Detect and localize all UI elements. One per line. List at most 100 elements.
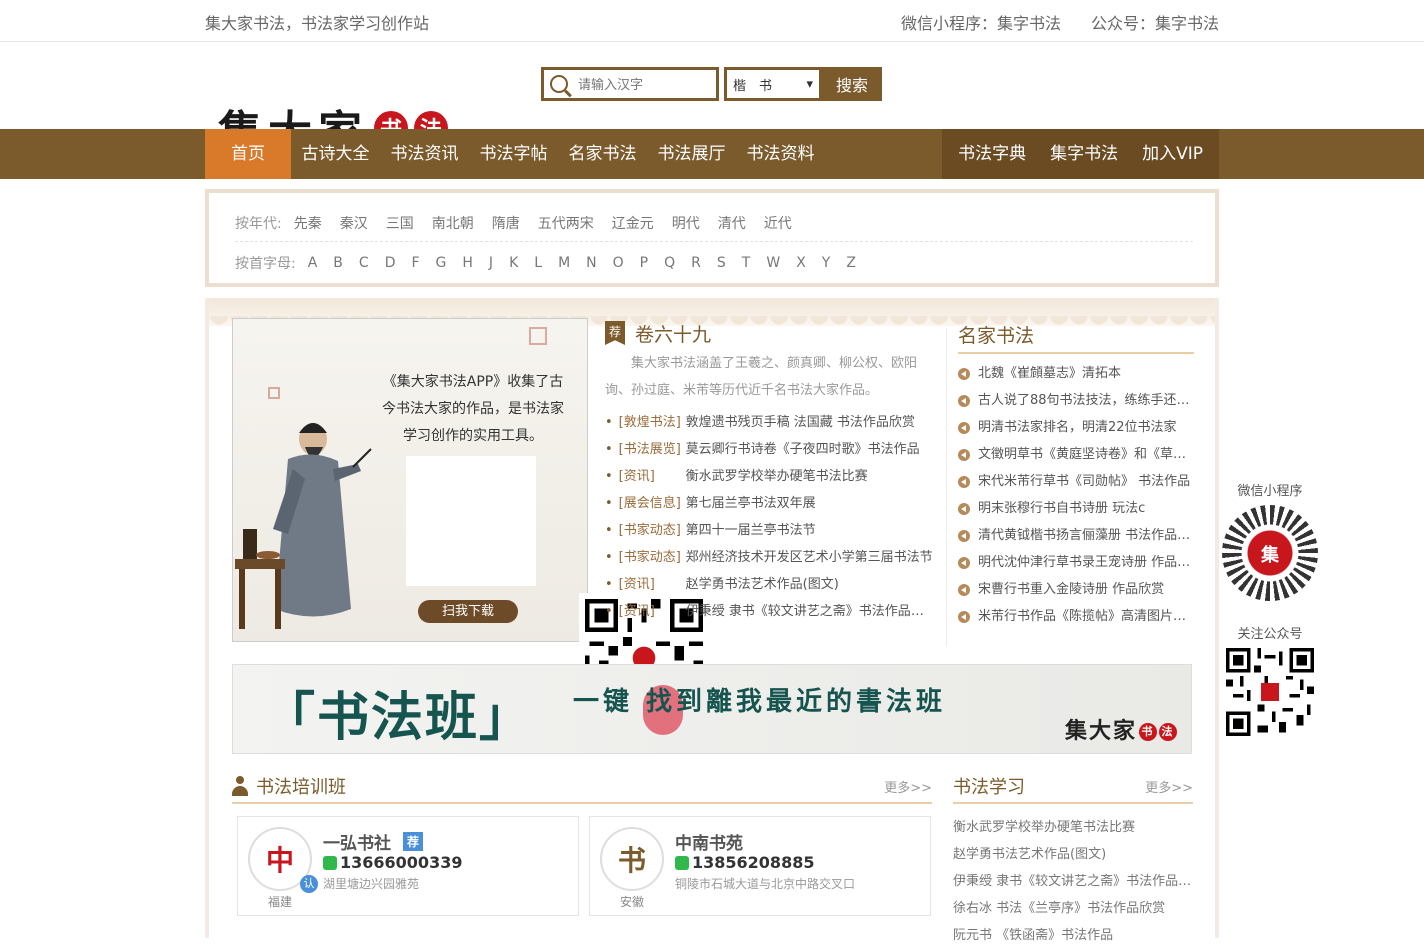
nav-item-home[interactable]: 首页: [205, 129, 291, 179]
item-category[interactable]: [敦煌书法]: [619, 409, 683, 436]
item-title[interactable]: 宋代米芾行草书《司勋帖》 书法作品: [978, 468, 1190, 495]
item-title[interactable]: 明末张穆行书自书诗册 玩法c: [978, 495, 1145, 522]
list-item[interactable]: 明清书法家排名，明清22位书法家: [958, 414, 1194, 441]
list-item[interactable]: • [敦煌书法] 敦煌遗书残页手稿 法国藏 书法作品欣赏: [605, 409, 935, 436]
official-qr-code[interactable]: [1226, 648, 1314, 736]
item-title[interactable]: 莫云卿行书诗卷《子夜四时歌》书法作品: [686, 436, 935, 463]
more-link[interactable]: 更多>>: [884, 777, 932, 796]
miniapp-link[interactable]: 微信小程序：集字书法: [901, 10, 1061, 34]
letter-item[interactable]: B: [333, 255, 343, 271]
item-category[interactable]: [资讯]: [619, 598, 683, 625]
nav-item-dictionary[interactable]: 书法字典: [946, 129, 1038, 179]
list-item[interactable]: 明代沈仲津行草书录王宠诗册 作品欣赏: [958, 549, 1194, 576]
letter-item[interactable]: O: [613, 255, 624, 271]
letter-item[interactable]: T: [742, 255, 751, 271]
era-item[interactable]: 明代: [672, 213, 700, 233]
letter-item[interactable]: R: [691, 255, 701, 271]
list-item[interactable]: 北魏《崔頠墓志》清拓本: [958, 360, 1194, 387]
era-item[interactable]: 南北朝: [432, 213, 474, 233]
letter-item[interactable]: X: [796, 255, 806, 271]
list-item[interactable]: • [书家动态] 郑州经济技术开发区艺术小学第三届书法节: [605, 544, 935, 571]
era-item[interactable]: 近代: [764, 213, 792, 233]
search-input[interactable]: [578, 76, 708, 92]
item-title[interactable]: 北魏《崔頠墓志》清拓本: [978, 360, 1121, 387]
letter-item[interactable]: Q: [664, 255, 675, 271]
item-category[interactable]: [展会信息]: [619, 490, 683, 517]
list-item[interactable]: 衡水武罗学校举办硬笔书法比赛: [953, 814, 1193, 841]
letter-item[interactable]: F: [411, 255, 419, 271]
item-title[interactable]: 郑州经济技术开发区艺术小学第三届书法节: [686, 544, 935, 571]
script-select[interactable]: 楷 书 ▾: [724, 67, 822, 101]
item-category[interactable]: [资讯]: [619, 463, 683, 490]
nav-item-poems[interactable]: 古诗大全: [291, 129, 380, 179]
item-title[interactable]: 第四十一届兰亭书法节: [686, 517, 935, 544]
item-title[interactable]: 文徵明草书《黄庭坚诗卷》和《草书千字文》: [978, 441, 1194, 468]
nav-item-news[interactable]: 书法资讯: [380, 129, 469, 179]
item-title[interactable]: 赵学勇书法艺术作品(图文): [686, 571, 935, 598]
era-item[interactable]: 先秦: [294, 213, 322, 233]
item-category[interactable]: [书家动态]: [619, 517, 683, 544]
app-promo[interactable]: 《集大家书法APP》收集了古今书法大家的作品，是书法家学习创作的实用工具。 扫我…: [232, 318, 709, 723]
training-card[interactable]: 书 安徽 中南书苑 13856208885 铜陵市石城大道与北京中路交叉口: [589, 816, 931, 916]
letter-item[interactable]: H: [462, 255, 473, 271]
item-category[interactable]: [书家动态]: [619, 544, 683, 571]
nav-item-copybook[interactable]: 书法字帖: [469, 129, 558, 179]
letter-item[interactable]: A: [308, 255, 318, 271]
school-name[interactable]: 一弘书社: [323, 829, 391, 854]
letter-item[interactable]: K: [509, 255, 518, 271]
era-item[interactable]: 辽金元: [612, 213, 654, 233]
list-item[interactable]: 徐右冰 书法《兰亭序》书法作品欣赏: [953, 895, 1193, 922]
item-title[interactable]: 衡水武罗学校举办硬笔书法比赛: [686, 463, 935, 490]
list-item[interactable]: 清代黄钺楷书扬言俪藻册 书法作品欣赏: [958, 522, 1194, 549]
letter-item[interactable]: C: [359, 255, 369, 271]
item-title[interactable]: 第七届兰亭书法双年展: [686, 490, 935, 517]
item-title[interactable]: 古人说了88句书法技法，练练手还能用上: [978, 387, 1194, 414]
nav-item-gallery[interactable]: 书法展厅: [647, 129, 736, 179]
letter-item[interactable]: G: [436, 255, 447, 271]
letter-item[interactable]: N: [586, 255, 596, 271]
phone-number[interactable]: 13666000339: [340, 853, 462, 872]
letter-item[interactable]: Z: [846, 255, 856, 271]
official-account-link[interactable]: 公众号：集字书法: [1091, 10, 1219, 34]
item-title[interactable]: 伊秉绶 隶书《较文讲艺之斋》书法作品欣赏: [686, 598, 935, 625]
era-item[interactable]: 秦汉: [340, 213, 368, 233]
list-item[interactable]: 伊秉绶 隶书《较文讲艺之斋》书法作品欣赏: [953, 868, 1193, 895]
list-item[interactable]: 阮元书 《铁函斋》书法作品: [953, 922, 1193, 949]
search-button[interactable]: 搜索: [822, 67, 882, 101]
list-item[interactable]: 赵学勇书法艺术作品(图文): [953, 841, 1193, 868]
list-item[interactable]: 宋代米芾行草书《司勋帖》 书法作品: [958, 468, 1194, 495]
item-category[interactable]: [书法展览]: [619, 436, 683, 463]
list-item[interactable]: • [资讯] 衡水武罗学校举办硬笔书法比赛: [605, 463, 935, 490]
training-card[interactable]: 中 认 福建 一弘书社荐 13666000339 湖里塘边兴园雅苑: [237, 816, 579, 916]
item-category[interactable]: [资讯]: [619, 571, 683, 598]
school-name[interactable]: 中南书苑: [675, 829, 743, 854]
list-item[interactable]: • [书家动态] 第四十一届兰亭书法节: [605, 517, 935, 544]
list-item[interactable]: • [书法展览] 莫云卿行书诗卷《子夜四时歌》书法作品: [605, 436, 935, 463]
list-item[interactable]: • [展会信息] 第七届兰亭书法双年展: [605, 490, 935, 517]
era-item[interactable]: 五代两宋: [538, 213, 594, 233]
item-title[interactable]: 明代沈仲津行草书录王宠诗册 作品欣赏: [978, 549, 1194, 576]
item-title[interactable]: 敦煌遗书残页手稿 法国藏 书法作品欣赏: [686, 409, 935, 436]
item-title[interactable]: 米芾行书作品《陈揽帖》高清图片欣赏: [978, 603, 1194, 630]
list-item[interactable]: 宋曹行书重入金陵诗册 作品欣赏: [958, 576, 1194, 603]
list-item[interactable]: 明末张穆行书自书诗册 玩法c: [958, 495, 1194, 522]
letter-item[interactable]: D: [385, 255, 396, 271]
letter-item[interactable]: J: [489, 255, 493, 271]
letter-item[interactable]: Y: [822, 255, 831, 271]
era-item[interactable]: 清代: [718, 213, 746, 233]
era-item[interactable]: 隋唐: [492, 213, 520, 233]
miniapp-qr-code[interactable]: 集: [1222, 505, 1318, 601]
list-item[interactable]: • [资讯] 赵学勇书法艺术作品(图文): [605, 571, 935, 598]
letter-item[interactable]: M: [558, 255, 570, 271]
nav-item-materials[interactable]: 书法资料: [736, 129, 825, 179]
more-link[interactable]: 更多>>: [1145, 777, 1193, 796]
app-qr-code[interactable]: [406, 456, 709, 723]
nav-item-vip[interactable]: 加入VIP: [1130, 129, 1215, 179]
letter-item[interactable]: L: [534, 255, 542, 271]
letter-item[interactable]: W: [766, 255, 780, 271]
list-item[interactable]: • [资讯] 伊秉绶 隶书《较文讲艺之斋》书法作品欣赏: [605, 598, 935, 625]
item-title[interactable]: 清代黄钺楷书扬言俪藻册 书法作品欣赏: [978, 522, 1194, 549]
nav-item-masters[interactable]: 名家书法: [558, 129, 647, 179]
recommended-title[interactable]: 卷六十九: [635, 320, 711, 347]
item-title[interactable]: 明清书法家排名，明清22位书法家: [978, 414, 1177, 441]
